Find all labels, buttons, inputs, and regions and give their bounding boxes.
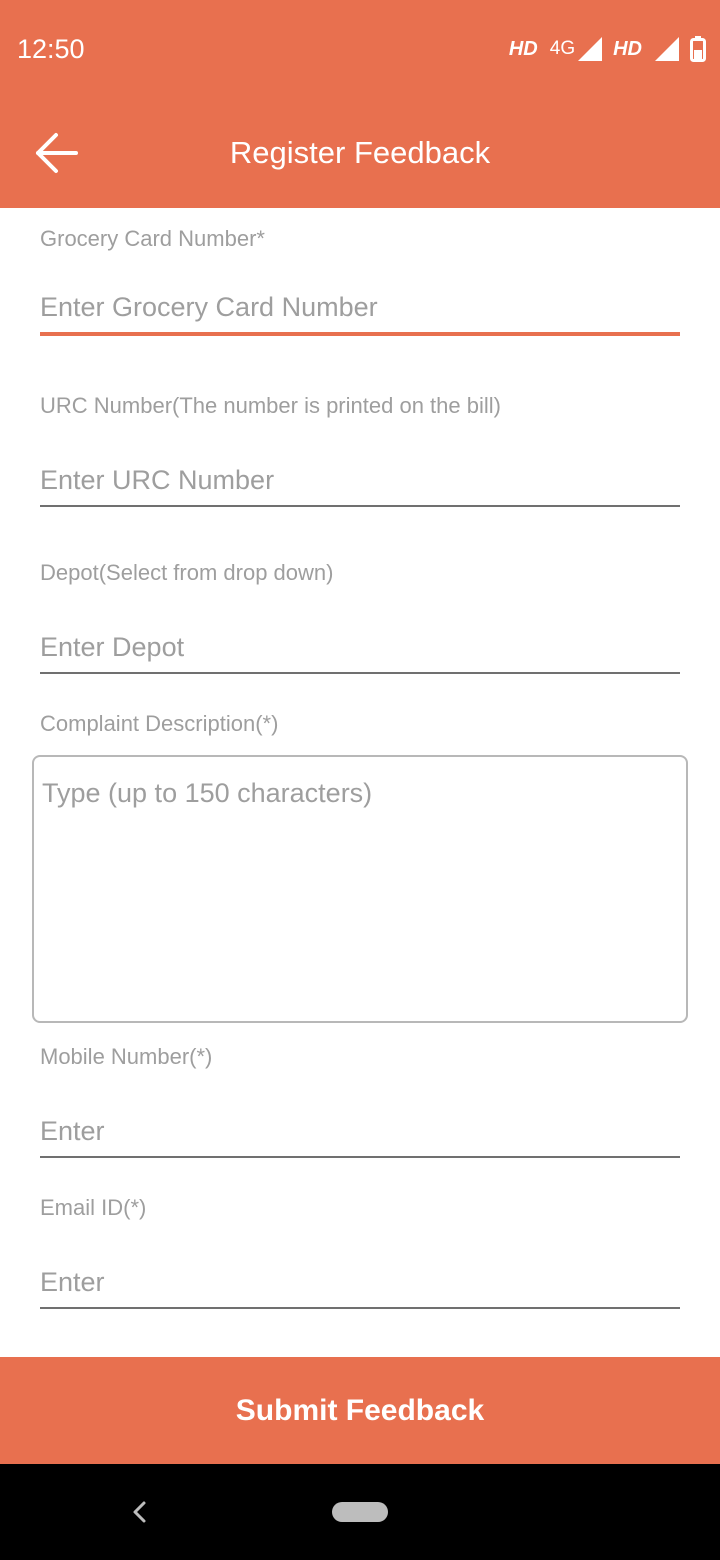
submit-feedback-button[interactable]: Submit Feedback [0,1357,720,1464]
email-id-label: Email ID(*) [40,1195,147,1220]
hd-indicator-2: HD [613,37,642,60]
hd-indicator: HD [508,37,538,60]
nav-home-pill[interactable] [332,1502,388,1522]
app-bar: Register Feedback [0,98,720,208]
grocery-card-input[interactable] [40,282,680,336]
status-icons: HD 4G HD [509,32,706,66]
page-title: Register Feedback [229,135,491,170]
grocery-card-label: Grocery Card Number* [40,226,265,251]
email-id-input[interactable] [40,1257,680,1309]
nav-back-icon[interactable] [126,1498,152,1526]
navigation-bar [0,1464,720,1560]
complaint-description-textarea[interactable] [32,755,688,1023]
battery-icon [690,36,706,62]
network-type: 4G [549,38,576,59]
depot-label: Depot(Select from drop down) [40,560,334,585]
mobile-number-label: Mobile Number(*) [40,1044,213,1069]
mobile-number-input[interactable] [40,1106,680,1158]
status-time: 12:50 [17,34,85,64]
complaint-description-label: Complaint Description(*) [40,711,279,736]
depot-input[interactable] [40,622,680,674]
signal-icon [578,37,603,61]
signal-icon-2 [655,37,679,61]
status-bar: 12:50 HD 4G HD [0,0,720,98]
urc-number-input[interactable] [40,455,680,507]
urc-number-label: URC Number(The number is printed on the … [40,393,501,418]
